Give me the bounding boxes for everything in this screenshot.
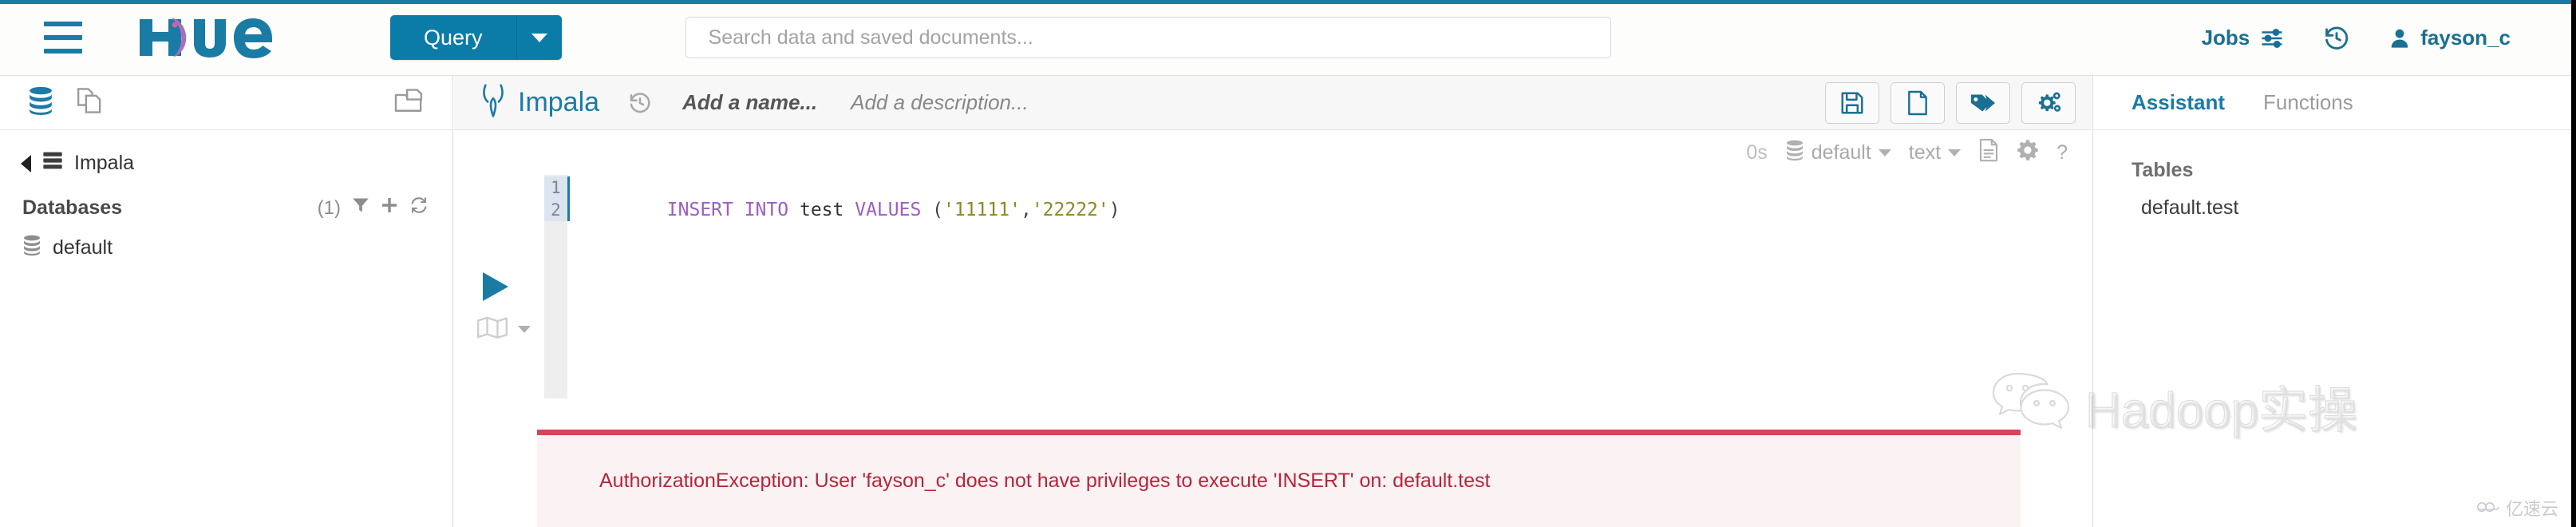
sql-token-punct: ( <box>921 200 944 220</box>
error-message: AuthorizationException: User 'fayson_c' … <box>599 470 1491 492</box>
help-button[interactable]: ? <box>2056 141 2068 164</box>
chevron-down-icon <box>518 326 531 333</box>
databases-count: (1) <box>317 196 341 219</box>
question-mark-icon: ? <box>2056 141 2068 164</box>
databases-title: Databases <box>22 196 123 219</box>
chevron-down-icon <box>1878 149 1891 157</box>
database-selector[interactable]: default <box>1785 140 1891 166</box>
left-panel-body: Impala Databases (1) default <box>0 130 452 268</box>
database-icon <box>1785 140 1804 166</box>
result-format-selector[interactable]: text <box>1908 141 1962 164</box>
line-number: 2 <box>544 199 567 221</box>
result-format-label: text <box>1908 141 1942 164</box>
right-edge-bar <box>2571 0 2576 527</box>
documents-icon[interactable] <box>75 86 104 119</box>
query-description-field[interactable]: Add a description... <box>851 90 1029 115</box>
sql-token-space <box>844 200 855 220</box>
jobs-label: Jobs <box>2201 26 2250 50</box>
tags-button[interactable] <box>1956 81 2010 124</box>
query-name-field[interactable]: Add a name... <box>682 90 817 115</box>
code-editor-area: 1 2 INSERT INTO test VALUES ('11111','22… <box>454 175 2092 398</box>
query-button-group[interactable]: Query <box>390 15 562 60</box>
sql-code-line[interactable]: INSERT INTO test VALUES ('11111','22222'… <box>579 176 1120 220</box>
left-panel-source-tabs <box>27 86 104 119</box>
topbar-right-actions: Jobs fayson_c <box>2184 0 2528 76</box>
global-search[interactable] <box>685 17 1611 58</box>
jobs-link[interactable]: Jobs <box>2184 26 2303 50</box>
explain-query-button[interactable] <box>476 315 531 343</box>
line-number: 1 <box>544 176 567 199</box>
right-assistant-panel: Assistant Functions Tables default.test <box>2092 76 2576 527</box>
database-icon <box>22 235 41 261</box>
databases-section-actions: (1) <box>318 196 429 220</box>
editor-sub-toolbar: 0s default text ? <box>454 130 2092 175</box>
user-icon <box>2388 26 2411 50</box>
editor-header: Impala Add a name... Add a description..… <box>454 76 2092 130</box>
sql-token-punct: ) <box>1108 200 1120 220</box>
database-icon[interactable] <box>27 86 54 119</box>
server-icon <box>42 151 63 176</box>
assistant-body: Tables default.test <box>2093 130 2576 220</box>
tab-assistant[interactable]: Assistant <box>2132 90 2225 115</box>
refresh-icon[interactable] <box>409 196 429 220</box>
chevron-down-icon <box>1948 149 1962 157</box>
plus-icon[interactable] <box>381 196 398 220</box>
engine-name-label: Impala <box>518 87 600 117</box>
tables-section-label: Tables <box>2132 159 2194 181</box>
editor-settings-button[interactable] <box>2017 139 2039 167</box>
sliders-icon <box>2259 26 2285 50</box>
file-lines-icon <box>1978 138 1999 168</box>
sql-token-string: '11111' <box>943 200 1021 220</box>
settings-button[interactable] <box>2021 81 2076 124</box>
editor-toolbar-buttons <box>1825 81 2076 124</box>
execution-time-label: 0s <box>1746 141 1768 164</box>
left-assist-panel: Impala Databases (1) default <box>0 76 453 527</box>
chevron-left-icon <box>21 154 31 172</box>
save-button[interactable] <box>1825 81 1879 124</box>
query-error-panel: AuthorizationException: User 'fayson_c' … <box>537 430 2021 527</box>
impala-icon <box>480 83 507 122</box>
filter-icon[interactable] <box>352 196 369 220</box>
sql-token-keyword: VALUES <box>855 200 922 220</box>
new-document-button[interactable] <box>1891 81 1945 124</box>
gear-icon <box>2017 139 2039 167</box>
top-navigation-bar: Query Jobs <box>0 0 2576 76</box>
hue-logo[interactable] <box>136 14 288 61</box>
assistant-table-item[interactable]: default.test <box>2132 196 2576 220</box>
map-icon <box>476 315 508 343</box>
engine-selector[interactable]: Impala <box>480 83 599 122</box>
search-input[interactable] <box>685 17 1611 58</box>
username-label: fayson_c <box>2420 26 2511 50</box>
chevron-down-icon <box>531 33 547 42</box>
editor-history-icon[interactable] <box>628 91 652 115</box>
user-menu-link[interactable]: fayson_c <box>2371 26 2528 50</box>
left-panel-header <box>0 76 452 130</box>
sql-token-punct: , <box>1020 200 1032 220</box>
sql-token-space <box>788 200 800 220</box>
query-button[interactable]: Query <box>390 15 517 60</box>
hamburger-menu-icon[interactable] <box>44 22 82 53</box>
database-name-label: default <box>53 236 113 259</box>
sql-token-identifier: test <box>799 200 844 220</box>
databases-section-header: Databases (1) <box>0 182 452 228</box>
sql-token-keyword: INSERT INTO <box>666 200 789 220</box>
breadcrumb-back-impala[interactable]: Impala <box>0 145 452 182</box>
assistant-tabs: Assistant Functions <box>2093 76 2576 130</box>
history-link[interactable] <box>2302 25 2371 52</box>
database-selector-label: default <box>1811 141 1871 164</box>
hue-query-editor-app: Query Jobs <box>0 0 2576 527</box>
history-clock-icon <box>2323 25 2350 52</box>
run-query-button[interactable] <box>483 272 508 301</box>
editor-cursor <box>567 176 570 221</box>
run-controls-column <box>454 175 544 398</box>
sql-token-string: '22222' <box>1031 200 1109 220</box>
folder-import-icon[interactable] <box>393 87 425 118</box>
result-view-button[interactable] <box>1978 138 1999 168</box>
query-dropdown-button[interactable] <box>516 15 562 60</box>
tab-functions[interactable]: Functions <box>2263 90 2353 115</box>
database-list-item-default[interactable]: default <box>0 228 452 268</box>
breadcrumb-label: Impala <box>74 152 135 174</box>
